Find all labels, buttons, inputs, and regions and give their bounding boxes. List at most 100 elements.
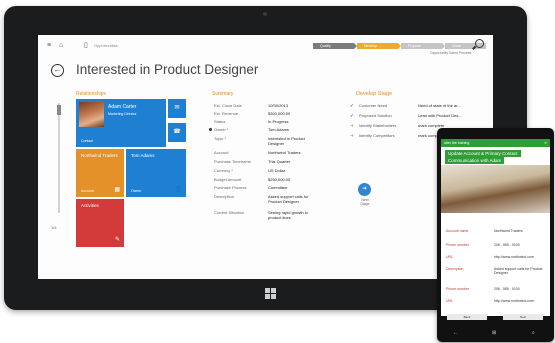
owner-tile[interactable]: Tom Adams Owner 👤 (126, 149, 186, 197)
develop-step-row[interactable]: ✔ Customer Need Need of state of the ar... (350, 103, 490, 111)
develop-step-row[interactable]: ✔ Proposed Solution Lead with Product Des.… (350, 113, 490, 121)
summary-label: Purchase Process (214, 185, 247, 190)
summary-value[interactable]: Northwind Traders (268, 150, 318, 155)
owner-name: Tom Adams (131, 153, 155, 158)
vertical-slider[interactable] (57, 103, 61, 213)
slider-knob[interactable] (57, 105, 61, 115)
phone-next-button[interactable]: Next (503, 314, 543, 320)
contact-tile[interactable]: Adam Carter Marketing Director Contact (76, 99, 166, 147)
summary-row[interactable]: Purchase Timeframe This Quarter (214, 159, 354, 167)
search-icon[interactable] (475, 39, 484, 48)
stage-develop[interactable]: Develop (357, 43, 401, 49)
summary-row[interactable]: Budget Amount $250,000.00 (214, 177, 354, 185)
check-icon: ✔ (350, 103, 354, 108)
record-icon: ▯ (84, 42, 88, 49)
summary-value[interactable]: Seeing rapid growth in product lines (268, 210, 318, 220)
summary-label: Topic * (214, 136, 227, 141)
summary-value[interactable]: $250,000.00 (268, 177, 318, 182)
summary-value[interactable]: Interested in Product Designer (268, 136, 318, 146)
stage-propose[interactable]: Propose (401, 43, 445, 49)
summary-label: Purchase Timeframe (214, 159, 251, 164)
summary-row[interactable]: Owner * Tom Adams (209, 127, 354, 135)
phone-field-label: Description (446, 267, 464, 271)
process-label: Opportunity Sales Process (430, 51, 472, 55)
account-name: Northwind Traders (81, 153, 118, 158)
summary-row[interactable]: Account Northwind Traders (214, 150, 354, 158)
phone-field-row[interactable]: URL http://www.northwind.com (446, 299, 546, 307)
summary-value[interactable]: This Quarter (268, 159, 318, 164)
summary-value[interactable]: US Dollar (268, 168, 318, 173)
phone-field-value[interactable]: 206 - 555 - 0100 (494, 243, 546, 247)
page-title: Interested in Product Designer (76, 62, 259, 77)
summary-value[interactable]: In Progress (268, 119, 318, 124)
windows-icon[interactable]: ⊞ (492, 330, 496, 336)
summary-label: Budget Amount (214, 177, 242, 182)
account-tile[interactable]: Northwind Traders Account ▦ (76, 149, 124, 197)
develop-step-value[interactable]: Lead with Product Des... (418, 113, 462, 118)
summary-row[interactable]: Est. Close Date 10/30/2013 (214, 103, 354, 111)
email-button[interactable]: ✉ (168, 99, 186, 118)
phone-field-row[interactable]: URL http://www.northwind.com (446, 255, 546, 263)
note-icon: ✎ (114, 237, 120, 243)
phone-field-row[interactable]: Description Asked support calls for Produ… (446, 267, 546, 275)
stage-qualify[interactable]: Qualify (313, 43, 357, 49)
back-arrow-icon[interactable]: ← (453, 330, 458, 336)
phone-field-value[interactable]: Asked support calls for Product Designer (494, 267, 546, 275)
phone-button[interactable]: ☎ (168, 123, 186, 142)
contact-photo (79, 102, 104, 127)
summary-value[interactable]: $300,000.00 (268, 111, 318, 116)
summary-row[interactable]: Est. Revenue $300,000.00 (214, 111, 354, 119)
search-icon[interactable]: ⌕ (532, 330, 535, 336)
phone-bar-title: after the training (444, 141, 470, 145)
home-icon[interactable]: ⌂ (59, 42, 63, 49)
crm-screen: ≡ ⌂ ▯ Opportunities Qualify Develop Prop… (38, 35, 493, 279)
phone-field-row[interactable]: Phone number 206 - 555 - 0100 (446, 287, 546, 295)
summary-row[interactable]: Purchase Process Committee (214, 185, 354, 193)
phone-field-value[interactable]: http://www.northwind.com (494, 255, 546, 259)
back-button[interactable]: ← (51, 64, 64, 77)
close-icon[interactable]: ✕ (544, 139, 547, 147)
building-icon: ▦ (114, 187, 120, 193)
phone-field-value[interactable]: Northwind Traders (494, 229, 546, 233)
windows-logo-icon[interactable] (265, 288, 277, 300)
phone-field-label: Account name (446, 229, 469, 233)
phone-field-label: URL (446, 255, 454, 259)
menu-icon[interactable]: ≡ (47, 42, 51, 49)
summary-row[interactable]: Current Situation Seeing rapid growth in … (214, 210, 354, 220)
summary-value[interactable]: Tom Adams (268, 127, 318, 132)
required-bullet (209, 128, 212, 131)
summary-heading: Summary (212, 91, 234, 97)
phone-field-label: Phone number (446, 287, 469, 291)
summary-label: Owner * (214, 127, 229, 132)
summary-value[interactable]: 10/30/2013 (268, 103, 318, 108)
summary-label: Est. Close Date (214, 103, 242, 108)
phone-title-line2: Communication with Adam (445, 157, 505, 164)
phone-field-value[interactable]: http://www.northwind.com (494, 299, 546, 303)
phone-back-button[interactable]: Back (447, 314, 487, 320)
phone-field-label: URL (446, 299, 454, 303)
summary-row[interactable]: Status In Progress (214, 119, 354, 127)
summary-row[interactable]: Currency * US Dollar (214, 168, 354, 176)
phone-field-value[interactable]: 206 - 555 - 0100 (494, 287, 546, 291)
phone-field-row[interactable]: Phone number 206 - 555 - 0100 (446, 243, 546, 251)
arrow-icon: ➜ (350, 133, 354, 138)
develop-step-label: Identify Competitors (359, 133, 395, 138)
summary-row[interactable]: Description Asked support calls for Produ… (214, 194, 354, 204)
owner-sub: Owner (131, 189, 142, 193)
summary-value[interactable]: Committee (268, 185, 318, 190)
phone-hero-image (441, 165, 550, 213)
slider-value: 1/4 (51, 225, 57, 230)
phone-field-row[interactable]: Account name Northwind Traders (446, 229, 546, 237)
summary-row[interactable]: Topic * Interested in Product Designer (214, 136, 354, 146)
phone-frame: after the training ✕ Update Account & Pr… (437, 128, 554, 342)
summary-label: Description (214, 194, 235, 199)
check-icon: ✔ (350, 113, 354, 118)
develop-step-value[interactable]: Need of state of the ar... (418, 103, 461, 108)
activities-tile[interactable]: Activities ✎ (76, 199, 124, 247)
develop-stage-heading: Develop Stage (356, 91, 393, 97)
next-stage-button[interactable]: ➜ (358, 183, 371, 196)
breadcrumb[interactable]: Opportunities (94, 43, 118, 48)
summary-value[interactable]: Asked support calls for Product Designer (268, 194, 318, 204)
summary-label: Status (214, 119, 226, 124)
summary-label: Est. Revenue (214, 111, 239, 116)
